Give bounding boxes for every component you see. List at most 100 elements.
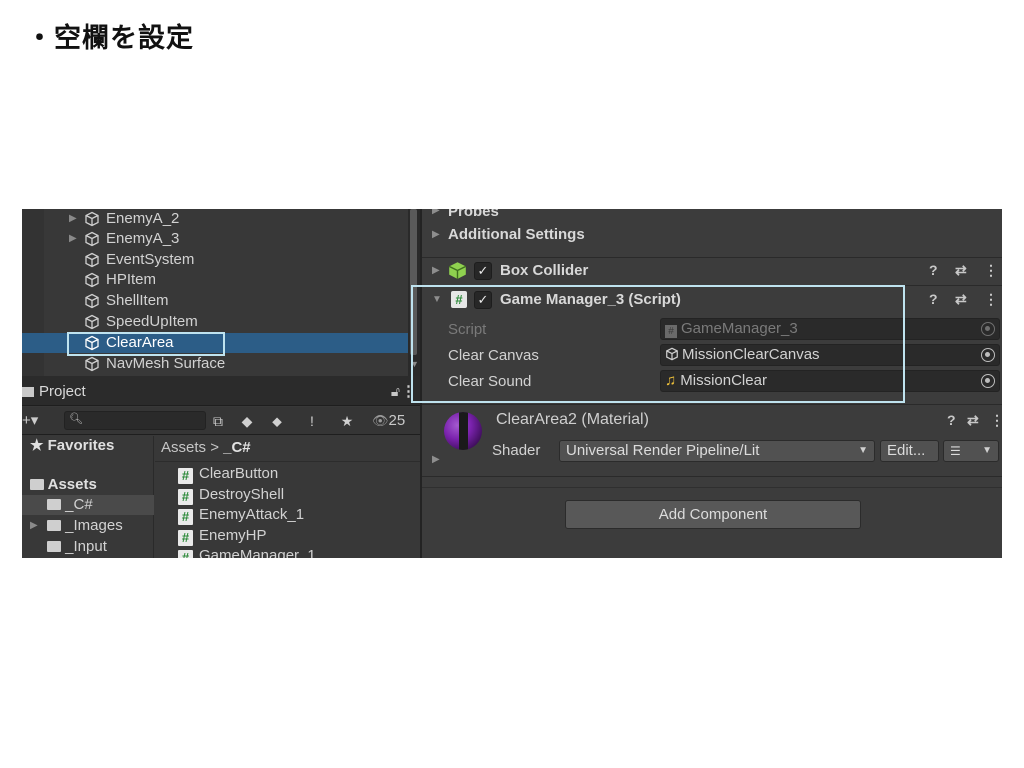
hidden-count: 25: [388, 412, 406, 429]
star-icon: ★: [30, 437, 48, 454]
kebab-menu-icon[interactable]: ⋮: [984, 262, 998, 279]
folder-item-images[interactable]: ▶ _Images: [22, 516, 154, 536]
divider: [422, 476, 1002, 477]
hierarchy-item-label: ShellItem: [106, 292, 169, 309]
project-folder-tree: ★ Favorites Assets _C# ▶ _Images _Input: [22, 436, 154, 558]
tab-project-label: Project: [39, 383, 86, 400]
asset-file[interactable]: # EnemyHP: [178, 526, 267, 546]
gameobject-cube-icon: [85, 314, 99, 330]
hierarchy-item-label: EventSystem: [106, 251, 195, 268]
chevron-down-icon: ▼: [982, 445, 992, 456]
material-preview-sphere[interactable]: [444, 412, 482, 450]
asset-file[interactable]: # DestroyShell: [178, 485, 284, 505]
gameobject-cube-icon: [85, 252, 99, 268]
shader-edit-button[interactable]: Edit...: [880, 440, 939, 462]
hierarchy-item-enemya-2[interactable]: ▶ EnemyA_2: [22, 209, 408, 229]
folder-icon: [22, 387, 34, 397]
hierarchy-item-label: EnemyA_2: [106, 210, 180, 227]
asset-file[interactable]: # ClearButton: [178, 464, 278, 484]
lock-icon[interactable]: 🔓︎: [391, 383, 400, 400]
expand-arrow-icon[interactable]: ▶: [432, 265, 440, 276]
object-picker-icon[interactable]: [981, 348, 995, 362]
help-icon[interactable]: ?: [929, 262, 938, 278]
search-by-type-icon[interactable]: ⧉: [207, 411, 229, 431]
object-picker-icon: [981, 322, 995, 336]
hierarchy-item-label: HPItem: [106, 271, 157, 288]
asset-file-label: EnemyHP: [199, 527, 267, 544]
warning-icon[interactable]: !: [301, 411, 323, 431]
expand-arrow-icon[interactable]: ▶: [30, 516, 38, 536]
divider: [422, 487, 1002, 488]
shader-options-dropdown[interactable]: ☰ ▼: [943, 440, 999, 462]
hierarchy-item-label: EnemyA_3: [106, 230, 180, 247]
hierarchy-item-hpitem[interactable]: HPItem: [22, 270, 408, 290]
divider: [422, 404, 1002, 405]
folder-item-csharp[interactable]: _C#: [22, 495, 154, 515]
shader-label: Shader: [492, 442, 541, 459]
box-collider-enabled-checkbox[interactable]: ✓: [474, 262, 492, 280]
create-plus-dropdown[interactable]: +▾: [22, 411, 38, 429]
hierarchy-item-label: NavMesh Surface: [106, 355, 226, 372]
box-collider-icon: [448, 262, 467, 279]
filter-by-type-icon[interactable]: ◆: [236, 411, 258, 431]
asset-file[interactable]: # GameManager_1: [178, 546, 316, 558]
folder-label: _C#: [65, 496, 93, 513]
folder-item-input[interactable]: _Input: [22, 537, 154, 557]
favorite-star-icon[interactable]: ★: [336, 411, 358, 431]
project-toolbar: +▾ 🔍︎ ⧉ ◆ ⬥ ! ★ 👁︎25: [22, 407, 420, 435]
hierarchy-item-label: SpeedUpItem: [106, 313, 198, 330]
additional-settings-header[interactable]: Additional Settings: [448, 226, 585, 243]
presets-icon[interactable]: ⇄: [955, 291, 967, 308]
kebab-menu-icon[interactable]: ⋮: [990, 412, 1002, 429]
hierarchy-item-enemya-3[interactable]: ▶ EnemyA_3: [22, 229, 408, 249]
probes-header[interactable]: Probes: [448, 209, 499, 220]
selection-highlight-frame: [67, 332, 225, 356]
assets-label: Assets: [47, 476, 97, 493]
csharp-script-icon: #: [178, 550, 193, 558]
chevron-down-icon: ▼: [858, 445, 868, 456]
presets-icon[interactable]: ⇄: [955, 262, 967, 279]
breadcrumb-current[interactable]: _C#: [223, 439, 251, 456]
shader-dropdown[interactable]: Universal Render Pipeline/Lit ▼: [559, 440, 875, 462]
help-icon[interactable]: ?: [947, 412, 956, 428]
gameobject-cube-icon: [85, 211, 99, 227]
tab-project[interactable]: Project: [22, 383, 86, 400]
hidden-packages-counter[interactable]: 👁︎25: [372, 412, 405, 429]
hierarchy-item-shellitem[interactable]: ShellItem: [22, 291, 408, 311]
favorites-header[interactable]: ★ Favorites: [22, 436, 154, 456]
object-picker-icon[interactable]: [981, 374, 995, 388]
unity-editor-screenshot: ▶ EnemyA_2 ▶ EnemyA_3 EventSystem HPItem…: [22, 209, 1002, 558]
expand-arrow-icon[interactable]: ▶: [432, 209, 440, 216]
shader-edit-label: Edit...: [887, 442, 926, 459]
project-assets-list: Assets > _C# # ClearButton # DestroyShell …: [155, 436, 420, 558]
expand-arrow-icon[interactable]: ▶: [69, 209, 77, 229]
add-component-button[interactable]: Add Component: [565, 500, 861, 529]
asset-file-label: DestroyShell: [199, 486, 285, 503]
gameobject-cube-icon: [85, 231, 99, 247]
folder-icon: [47, 541, 61, 552]
asset-file[interactable]: # EnemyAttack_1: [178, 505, 304, 525]
hierarchy-item-navmesh-surface[interactable]: NavMesh Surface: [22, 354, 408, 374]
folder-icon: [47, 499, 61, 510]
csharp-script-icon: #: [178, 509, 193, 525]
hierarchy-item-speedupitem[interactable]: SpeedUpItem: [22, 312, 408, 332]
kebab-menu-icon[interactable]: ⋮: [984, 291, 998, 308]
search-icon: 🔍︎: [69, 413, 83, 425]
breadcrumb: Assets > _C#: [155, 436, 420, 462]
expand-arrow-icon[interactable]: ▶: [432, 229, 440, 240]
project-search-input[interactable]: 🔍︎: [64, 411, 206, 430]
filter-by-label-icon[interactable]: ⬥: [266, 411, 288, 431]
hierarchy-panel: ▶ EnemyA_2 ▶ EnemyA_3 EventSystem HPItem…: [22, 209, 408, 376]
shader-value: Universal Render Pipeline/Lit: [566, 442, 760, 459]
expand-arrow-icon[interactable]: ▶: [69, 229, 77, 249]
favorites-label: Favorites: [47, 437, 115, 454]
expand-arrow-icon[interactable]: ▶: [432, 454, 440, 465]
box-collider-header[interactable]: Box Collider: [500, 262, 588, 279]
hierarchy-item-eventsystem[interactable]: EventSystem: [22, 250, 408, 270]
help-icon[interactable]: ?: [929, 291, 938, 307]
presets-icon[interactable]: ⇄: [967, 412, 979, 429]
folder-icon: [47, 520, 61, 531]
assets-root[interactable]: Assets: [22, 475, 154, 495]
csharp-script-icon: #: [178, 530, 193, 546]
breadcrumb-root[interactable]: Assets: [161, 439, 206, 456]
